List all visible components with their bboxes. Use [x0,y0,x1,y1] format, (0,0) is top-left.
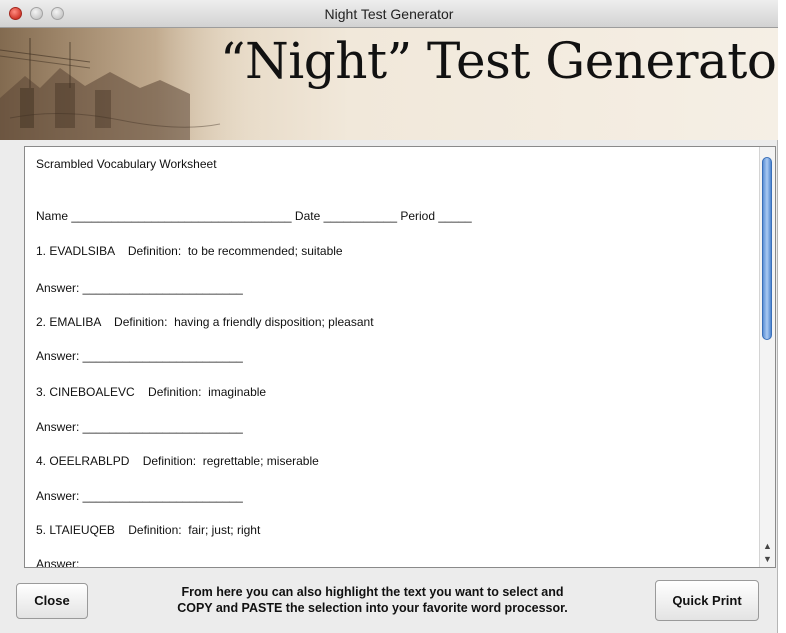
worksheet-text-area[interactable]: Scrambled Vocabulary Worksheet Name ____… [24,146,776,568]
answer-line: Answer: ________________________ [36,281,243,295]
quick-print-button[interactable]: Quick Print [655,580,759,621]
instruction-line: From here you can also highlight the tex… [181,585,564,599]
scroll-thumb[interactable] [762,157,772,340]
scroll-down-arrow-icon[interactable]: ▼ [761,553,774,566]
close-button[interactable]: Close [16,583,88,619]
question-line: 1. EVADLSIBA Definition: to be recommend… [36,244,343,258]
answer-line: Answer: ________________________ [36,489,243,503]
question-line: 5. LTAIEUQEB Definition: fair; just; rig… [36,523,261,537]
title-bar: Night Test Generator [0,0,778,28]
header-banner: “Night” Test Generator [0,28,778,140]
vertical-scrollbar[interactable]: ▲ ▼ [759,147,775,567]
question-line: 3. CINEBOALEVC Definition: imaginable [36,385,267,399]
worksheet-heading: Scrambled Vocabulary Worksheet [36,157,217,171]
window-title: Night Test Generator [324,6,454,22]
instruction-line: COPY and PASTE the selection into your f… [177,601,568,615]
answer-line: Answer: [36,557,80,568]
answer-line: Answer: ________________________ [36,349,243,363]
instruction-text: From here you can also highlight the tex… [105,584,640,616]
banner-title: “Night” Test Generator [220,32,778,90]
scroll-up-arrow-icon[interactable]: ▲ [761,540,774,553]
question-line: 4. OEELRABLPD Definition: regrettable; m… [36,454,319,468]
answer-line: Answer: ________________________ [36,420,243,434]
question-line: 2. EMALIBA Definition: having a friendly… [36,315,374,329]
name-date-period-line: Name _________________________________ D… [36,209,472,223]
app-window: Night Test Generator “Night” Test Genera… [0,0,778,633]
